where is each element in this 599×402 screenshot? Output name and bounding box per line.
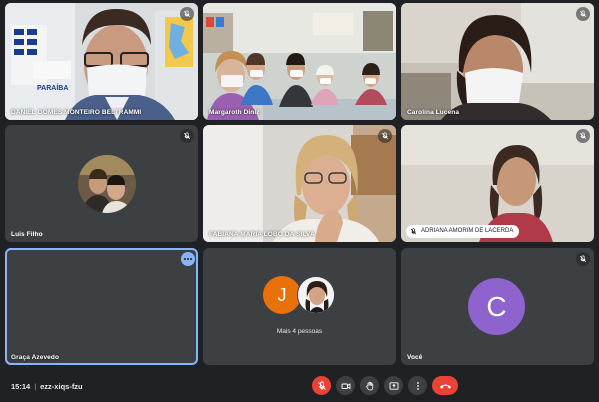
participant-tile-graca[interactable]: Graça Azevedo: [5, 248, 198, 365]
mic-off-icon: [183, 132, 191, 140]
mic-off-icon: [410, 228, 417, 235]
avatar-letter: C: [486, 290, 507, 322]
dot-3: [190, 258, 192, 260]
meeting-code: ezz-xiqs-fzu: [40, 382, 83, 391]
participant-tile-luis[interactable]: Luis Filho: [5, 125, 198, 242]
dot-2: [187, 258, 189, 260]
participant-tile-daniel[interactable]: PARAÍBA DANIEL GOMES MONTEIRO BELTRAMMI: [5, 3, 198, 120]
mic-off-icon: [579, 255, 587, 263]
hand-icon: [365, 381, 373, 390]
tile-mic-status: [378, 129, 392, 143]
participant-video-graca: [5, 248, 198, 365]
participant-name-chip: ADRIANA AMORIM DE LACERDA: [406, 225, 520, 238]
tile-options-button[interactable]: [181, 252, 195, 266]
participant-name: Luis Filho: [11, 231, 43, 238]
tile-mic-status: [180, 129, 194, 143]
tile-mic-status: [576, 7, 590, 21]
raise-hand-button[interactable]: [360, 376, 379, 395]
wall-text: PARAÍBA: [37, 85, 69, 92]
meeting-info: 15:14 | ezz-xiqs-fzu: [11, 382, 83, 391]
tile-mic-status: [180, 7, 194, 21]
participant-name: DANIEL GOMES MONTEIRO BELTRAMMI: [11, 109, 142, 116]
camera-toggle-button[interactable]: [336, 376, 355, 395]
meeting-separator: |: [34, 382, 37, 391]
tile-mic-status: [576, 252, 590, 266]
more-vert-icon: [416, 381, 419, 390]
participant-tile-margaroth[interactable]: Margaroth Diniz: [203, 3, 396, 120]
avatar-photo: [298, 277, 334, 313]
participant-tile-more-people[interactable]: J Mais 4 pessoas: [203, 248, 396, 365]
participant-video-margaroth: [203, 3, 396, 120]
more-options-button[interactable]: [408, 376, 427, 395]
more-people-label: Mais 4 pessoas: [276, 328, 323, 335]
leave-call-button[interactable]: [432, 376, 458, 395]
participant-name: FABIANA MARIA LOBO DA SILVA: [209, 231, 315, 238]
mic-off-icon: [579, 10, 587, 18]
mic-off-icon: [317, 381, 326, 390]
meeting-time: 15:14: [11, 382, 31, 391]
participant-avatar: [78, 155, 136, 213]
call-end-icon: [439, 384, 451, 389]
mic-off-icon: [183, 10, 191, 18]
present-screen-button[interactable]: [384, 376, 403, 395]
tile-mic-status: [576, 129, 590, 143]
participant-tile-fabiana[interactable]: FABIANA MARIA LOBO DA SILVA: [203, 125, 396, 242]
avatar-j: J: [263, 276, 301, 314]
participant-tile-carolina[interactable]: Carolina Lucena: [401, 3, 594, 120]
present-icon: [389, 381, 398, 390]
dot-1: [184, 258, 186, 260]
participant-name: Margaroth Diniz: [209, 109, 260, 116]
participant-video-carolina: [401, 3, 594, 120]
participant-name: Você: [407, 354, 423, 361]
microphone-toggle-button[interactable]: [312, 376, 331, 395]
wall-logo: PARAÍBA: [35, 83, 79, 97]
self-avatar: C: [468, 278, 525, 335]
avatar-photo: [78, 155, 136, 213]
mic-off-icon: [381, 132, 389, 140]
participant-name: Carolina Lucena: [407, 109, 460, 116]
participant-tile-self[interactable]: C Você: [401, 248, 594, 365]
meeting-toolbar: 15:14 | ezz-xiqs-fzu: [0, 370, 599, 402]
avatar-letter: J: [277, 284, 287, 305]
mic-off-icon: [579, 132, 587, 140]
avatar-photo-participant: [297, 276, 335, 314]
participant-name: ADRIANA AMORIM DE LACERDA: [421, 228, 514, 234]
participant-name: Graça Azevedo: [11, 354, 60, 361]
camera-icon: [341, 382, 350, 389]
participant-video-daniel: [5, 3, 198, 120]
participant-video-fabiana: [203, 125, 396, 242]
